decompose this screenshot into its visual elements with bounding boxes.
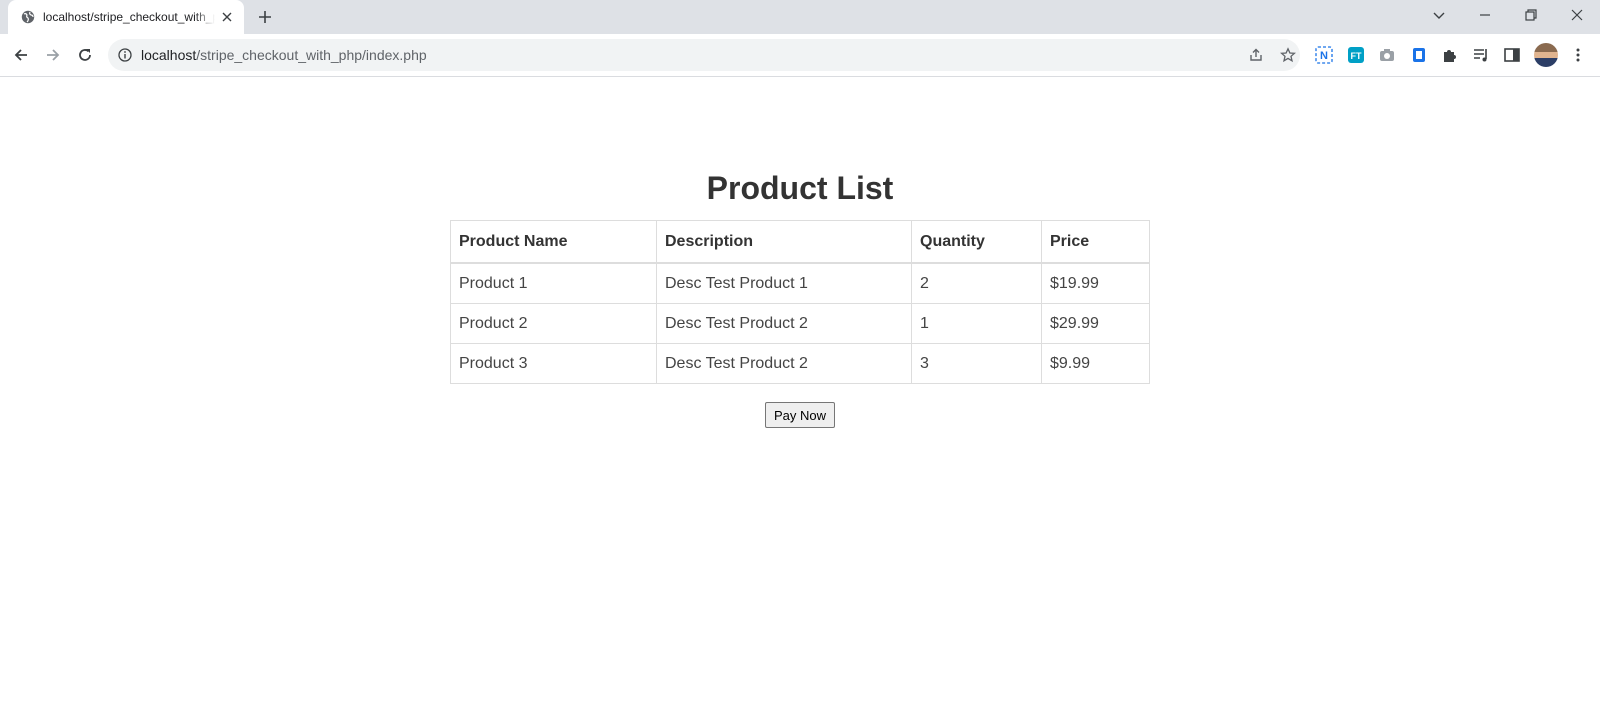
info-icon[interactable]: [118, 48, 132, 62]
side-panel-icon[interactable]: [1503, 46, 1521, 64]
window-close-icon[interactable]: [1569, 7, 1585, 23]
browser-toolbar: localhost/stripe_checkout_with_php/index…: [0, 34, 1600, 77]
column-header-quantity: Quantity: [911, 220, 1042, 264]
more-menu-icon[interactable]: [1569, 46, 1587, 64]
table-row: Product 1 Desc Test Product 1 2 $19.99: [450, 262, 1150, 304]
cell-price: $29.99: [1041, 303, 1150, 344]
clipboard-icon[interactable]: [1410, 46, 1428, 64]
tab-search-icon[interactable]: [1431, 7, 1447, 23]
close-icon[interactable]: [220, 10, 234, 24]
cell-product-name: Product 1: [450, 262, 657, 304]
browser-tab[interactable]: localhost/stripe_checkout_with_php/index…: [8, 0, 244, 34]
star-icon[interactable]: [1280, 47, 1296, 63]
forward-arrow-icon[interactable]: [44, 46, 62, 64]
address-bar[interactable]: localhost/stripe_checkout_with_php/index…: [108, 39, 1300, 71]
column-header-price: Price: [1041, 220, 1150, 264]
cell-description: Desc Test Product 2: [656, 343, 912, 384]
ft-extension-icon[interactable]: FT: [1347, 46, 1365, 64]
cell-quantity: 1: [911, 303, 1042, 344]
url-text[interactable]: localhost/stripe_checkout_with_php/index…: [141, 47, 427, 63]
column-header-product-name: Product Name: [450, 220, 657, 264]
column-header-description: Description: [656, 220, 912, 264]
reload-icon[interactable]: [76, 46, 94, 64]
page-title: Product List: [706, 170, 894, 206]
tab-title: localhost/stripe_checkout_with_php/index…: [43, 10, 215, 24]
table-row: Product 2 Desc Test Product 2 1 $29.99: [450, 303, 1150, 344]
svg-text:FT: FT: [1351, 51, 1362, 61]
media-icon[interactable]: [1472, 46, 1490, 64]
pay-now-button[interactable]: Pay Now: [765, 402, 835, 428]
avatar[interactable]: [1534, 43, 1558, 67]
puzzle-icon[interactable]: [1441, 46, 1459, 64]
cell-product-name: Product 3: [450, 343, 657, 384]
cell-quantity: 3: [911, 343, 1042, 384]
cell-product-name: Product 2: [450, 303, 657, 344]
table-row: Product 3 Desc Test Product 2 3 $9.99: [450, 343, 1150, 384]
product-table: Product Name Description Quantity Price …: [450, 220, 1150, 384]
restore-icon[interactable]: [1523, 7, 1539, 23]
share-icon[interactable]: [1248, 47, 1264, 63]
tab-strip: localhost/stripe_checkout_with_php/index…: [0, 0, 1600, 34]
url-path: /stripe_checkout_with_php/index.php: [196, 47, 427, 63]
cell-price: $19.99: [1041, 262, 1150, 304]
svg-text:N: N: [1320, 50, 1328, 62]
plus-icon[interactable]: [257, 9, 273, 25]
url-host: localhost: [141, 47, 197, 63]
cell-description: Desc Test Product 2: [656, 303, 912, 344]
camera-icon[interactable]: [1378, 46, 1396, 64]
back-arrow-icon[interactable]: [12, 46, 30, 64]
cell-price: $9.99: [1041, 343, 1150, 384]
globe-icon: [21, 10, 35, 24]
minimize-icon[interactable]: [1477, 7, 1493, 23]
n-extension-icon[interactable]: N: [1315, 46, 1333, 64]
cell-description: Desc Test Product 1: [656, 262, 912, 304]
cell-quantity: 2: [911, 262, 1042, 304]
table-header-row: Product Name Description Quantity Price: [450, 220, 1150, 264]
